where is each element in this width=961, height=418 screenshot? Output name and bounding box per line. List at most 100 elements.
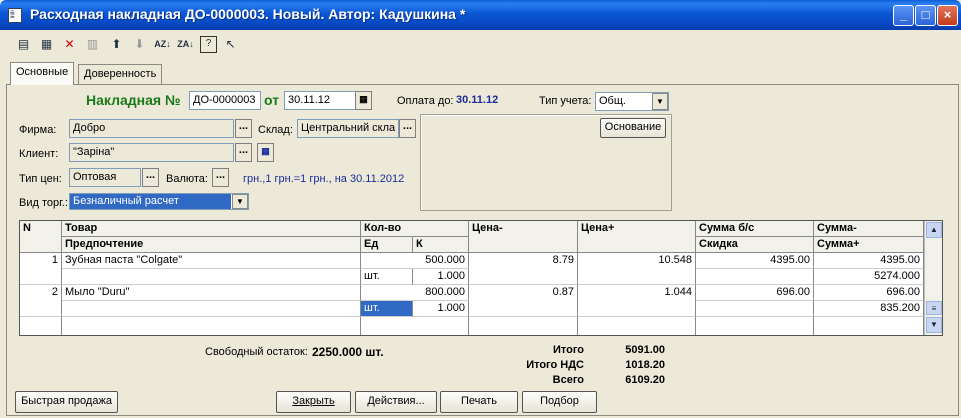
row1-n[interactable]: 1 — [20, 253, 62, 285]
col-header-sum-bs[interactable]: Сумма б/с — [696, 221, 814, 237]
row1-unit[interactable]: шт. — [361, 269, 413, 285]
price-type-select-button[interactable]: ... — [142, 168, 159, 187]
doc-label: Накладная № — [86, 92, 181, 108]
scroll-up-icon[interactable]: ▲ — [926, 222, 942, 238]
total-label: Итого — [552, 344, 584, 356]
row2-k[interactable]: 1.000 — [413, 301, 469, 317]
row1-k[interactable]: 1.000 — [413, 269, 469, 285]
select-icon[interactable]: ↖ — [222, 36, 239, 53]
row2-sum-minus[interactable]: 696.00 — [814, 285, 924, 301]
account-type-value: Общ. — [599, 95, 626, 107]
maximize-button[interactable]: □ — [915, 5, 936, 26]
actions-button[interactable]: Действия... — [355, 391, 437, 413]
row1-product[interactable]: Зубная паста "Colgate" — [62, 253, 361, 269]
document-icon: ≡ ≡ — [8, 8, 22, 23]
row1-sum-minus[interactable]: 4395.00 — [814, 253, 924, 269]
select-goods-button[interactable]: Подбор — [522, 391, 597, 413]
new-row-icon[interactable]: ▤ — [15, 36, 32, 53]
sort-asc-icon[interactable]: AZ↓ — [154, 36, 171, 53]
empty-cell — [62, 317, 361, 335]
vat-label: Итого НДС — [526, 359, 584, 371]
close-window-button[interactable]: × — [937, 5, 958, 26]
trade-type-select[interactable]: Безналичный расчет — [69, 193, 249, 210]
price-type-field[interactable]: Оптовая — [69, 168, 141, 187]
col-header-discount[interactable]: Скидка — [696, 237, 814, 253]
total-value: 5091.00 — [625, 344, 665, 356]
firm-select-button[interactable]: ... — [235, 119, 252, 138]
col-header-preference[interactable]: Предпочтение — [62, 237, 361, 253]
row2-qty[interactable]: 800.000 — [361, 285, 469, 301]
close-button[interactable]: Закрыть — [276, 391, 351, 413]
trade-type-value: Безналичный расчет — [70, 194, 231, 209]
scroll-thumb[interactable]: ≡ — [926, 301, 942, 315]
grand-total-value: 6109.20 — [625, 374, 665, 386]
items-table[interactable]: N Товар Кол-во Цена- Цена+ Сумма б/с Сум… — [19, 220, 943, 336]
move-up-icon[interactable]: ⬆ — [108, 36, 125, 53]
empty-cell — [814, 317, 924, 335]
client-label: Клиент: — [19, 148, 59, 160]
row2-sum-bs[interactable]: 696.00 — [696, 285, 814, 301]
edit-row-icon[interactable]: ▥ — [84, 36, 101, 53]
warehouse-select-button[interactable]: ... — [399, 119, 416, 138]
account-type-label: Тип учета: — [539, 95, 592, 107]
scroll-down-icon[interactable]: ▼ — [926, 317, 942, 333]
row1-preference[interactable] — [62, 269, 361, 285]
row2-discount[interactable] — [696, 301, 814, 317]
print-button[interactable]: Печать — [440, 391, 518, 413]
tab-power-of-attorney[interactable]: Доверенность — [78, 64, 163, 84]
col-header-k[interactable]: К — [413, 237, 469, 253]
col-header-sum-plus[interactable]: Сумма+ — [814, 237, 924, 253]
empty-cell — [361, 317, 469, 335]
row2-unit[interactable]: шт. — [361, 301, 413, 317]
basis-button[interactable]: Основание — [600, 118, 666, 138]
trade-type-label: Вид торг.: — [19, 197, 68, 209]
free-stock-label: Свободный остаток: — [205, 346, 308, 358]
move-down-icon[interactable]: ⬇ — [131, 36, 148, 53]
col-header-product[interactable]: Товар — [62, 221, 361, 237]
help-icon[interactable]: ? — [200, 36, 217, 53]
row1-price-minus[interactable]: 8.79 — [469, 253, 578, 285]
delete-row-icon[interactable]: ✕ — [61, 36, 78, 53]
client-card-icon[interactable]: ▦ — [257, 143, 274, 162]
row2-price-plus[interactable]: 1.044 — [578, 285, 696, 317]
pay-until-label: Оплата до: — [397, 95, 454, 107]
col-header-price-minus[interactable]: Цена- — [469, 221, 578, 253]
doc-number-input[interactable]: ДО-0000003 — [189, 91, 261, 110]
row1-sum-plus[interactable]: 5274.000 — [814, 269, 924, 285]
currency-info: грн.,1 грн.=1 грн., на 30.11.2012 — [243, 173, 405, 185]
copy-row-icon[interactable]: ▦ — [38, 36, 55, 53]
row2-preference[interactable] — [62, 301, 361, 317]
chevron-down-icon[interactable]: ▼ — [232, 194, 248, 209]
table-scrollbar[interactable]: ▲ ≡ ▼ — [924, 221, 942, 335]
chevron-down-icon[interactable]: ▼ — [652, 93, 668, 110]
price-type-label: Тип цен: — [19, 173, 62, 185]
client-field[interactable]: "Заріна" — [69, 143, 234, 162]
row1-qty[interactable]: 500.000 — [361, 253, 469, 269]
minimize-button[interactable]: _ — [893, 5, 914, 26]
row2-sum-plus[interactable]: 835.200 — [814, 301, 924, 317]
col-header-sum-minus[interactable]: Сумма- — [814, 221, 924, 237]
row1-price-plus[interactable]: 10.548 — [578, 253, 696, 285]
row2-product[interactable]: Мыло "Duru" — [62, 285, 361, 301]
pay-until-value: 30.11.12 — [456, 94, 499, 106]
client-select-button[interactable]: ... — [235, 143, 252, 162]
currency-select-button[interactable]: ... — [212, 168, 229, 187]
warehouse-field[interactable]: Центральний скла — [297, 119, 399, 138]
empty-cell — [469, 317, 578, 335]
row1-sum-bs[interactable]: 4395.00 — [696, 253, 814, 269]
calendar-icon[interactable]: ▦ — [355, 91, 372, 110]
currency-label: Валюта: — [166, 173, 208, 185]
row2-price-minus[interactable]: 0.87 — [469, 285, 578, 317]
row2-n[interactable]: 2 — [20, 285, 62, 317]
doc-date-input[interactable]: 30.11.12 — [284, 91, 356, 110]
row1-discount[interactable] — [696, 269, 814, 285]
title-bar[interactable]: ≡ ≡ Расходная накладная ДО-0000003. Новый… — [0, 0, 961, 30]
col-header-qty[interactable]: Кол-во — [361, 221, 469, 237]
quick-sale-button[interactable]: Быстрая продажа — [15, 391, 118, 413]
tab-main[interactable]: Основные — [10, 62, 75, 85]
col-header-price-plus[interactable]: Цена+ — [578, 221, 696, 253]
sort-desc-icon[interactable]: ZA↓ — [177, 36, 194, 53]
col-header-n[interactable]: N — [20, 221, 62, 253]
firm-field[interactable]: Добро — [69, 119, 234, 138]
col-header-unit[interactable]: Ед — [361, 237, 413, 253]
